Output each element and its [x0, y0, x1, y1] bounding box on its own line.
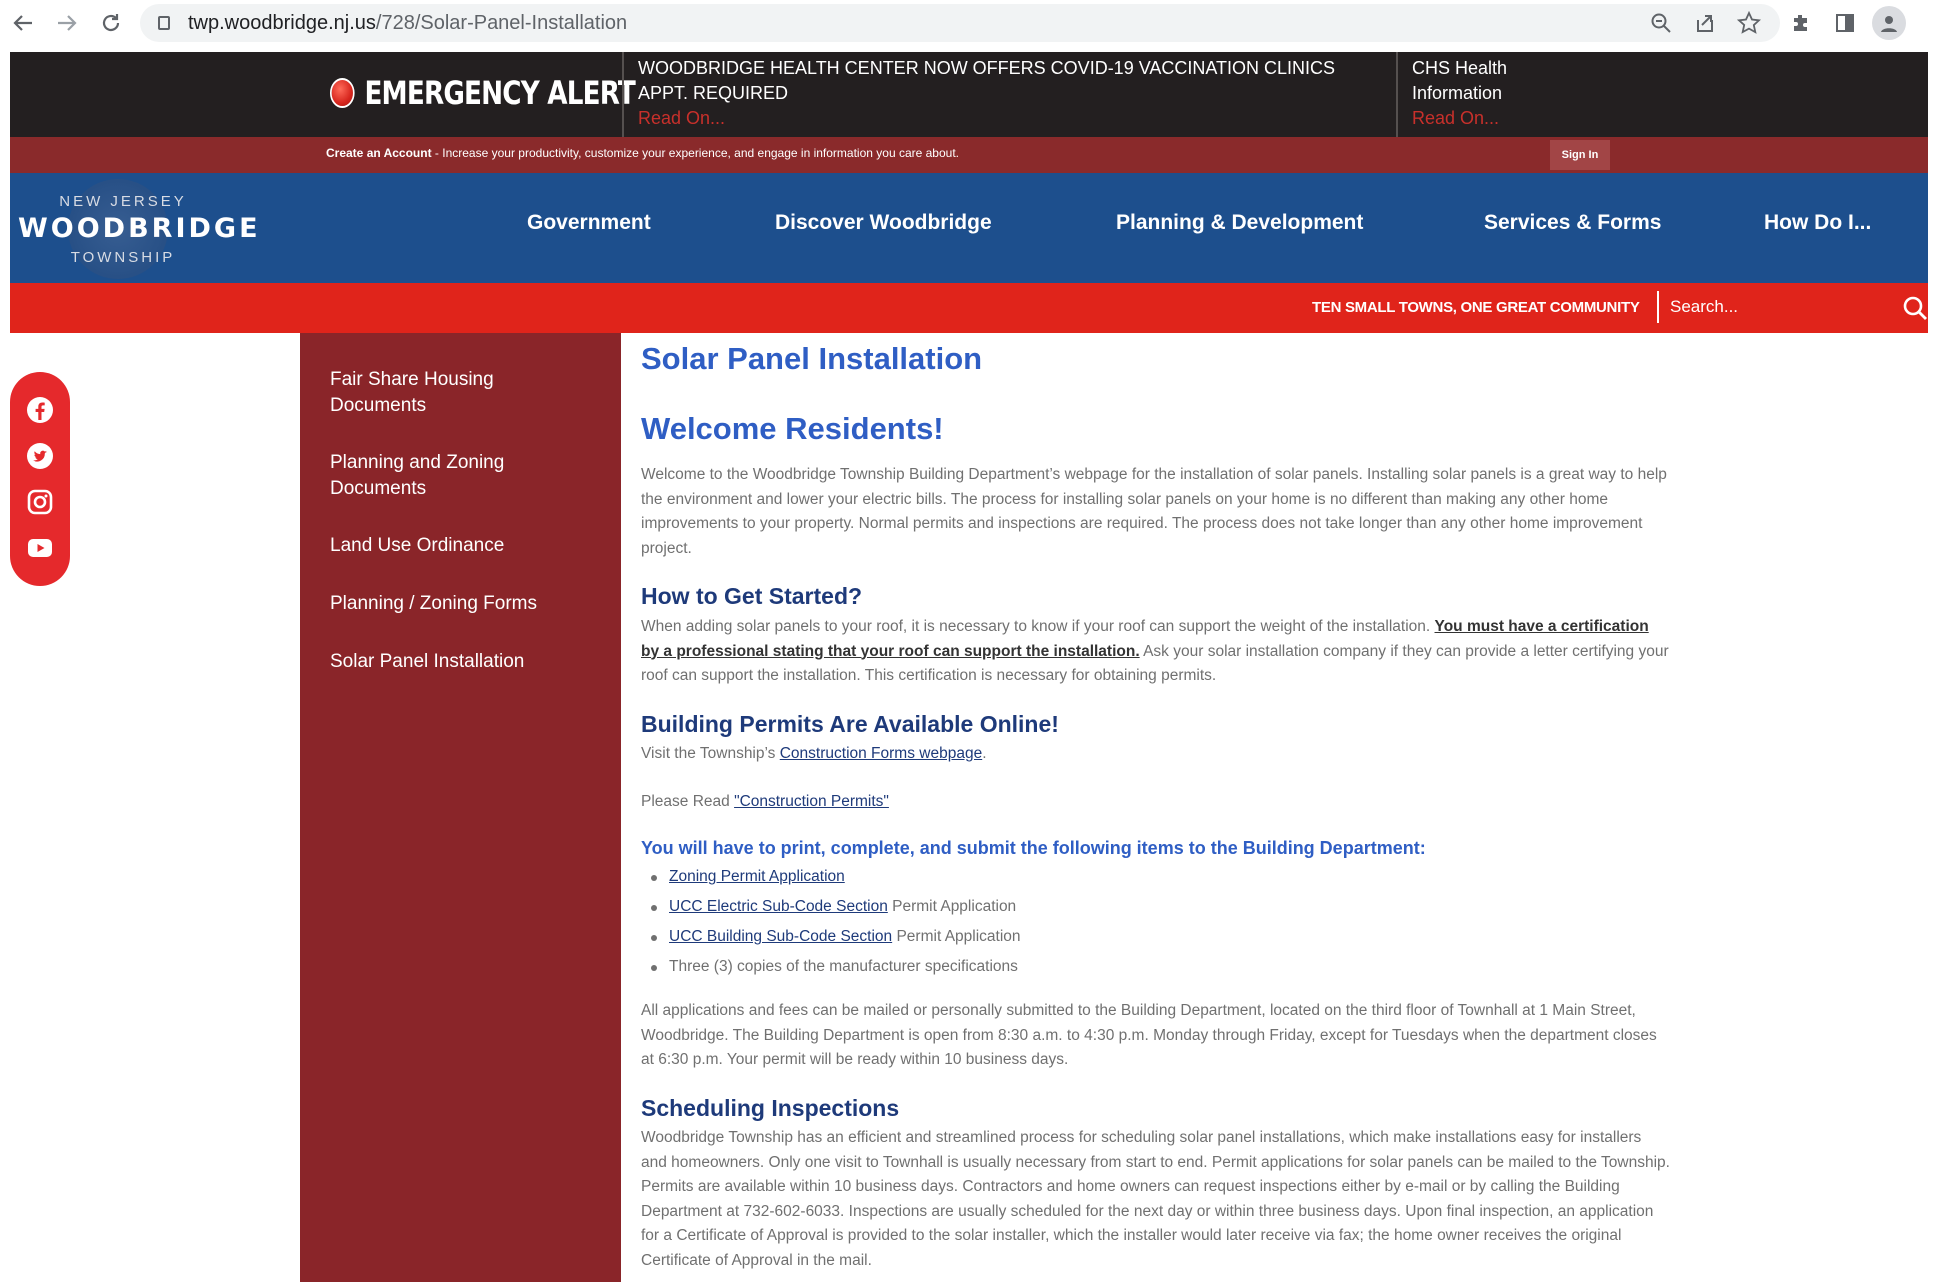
- sidebar-item-fair-share-housing[interactable]: Fair Share Housing Documents: [330, 367, 590, 419]
- sidebar-item-planning-zoning-forms[interactable]: Planning / Zoning Forms: [330, 591, 590, 617]
- alert-item-text: WOODBRIDGE HEALTH CENTER NOW OFFERS COVI…: [638, 58, 1336, 103]
- print-items-heading: You will have to print, complete, and su…: [641, 838, 1426, 858]
- list-item-text: Permit Application: [892, 928, 1021, 945]
- side-panel-icon[interactable]: [1830, 8, 1860, 38]
- share-icon[interactable]: [1690, 8, 1720, 38]
- required-items-list: Zoning Permit Application UCC Electric S…: [651, 865, 1551, 985]
- please-read-paragraph: Please Read "Construction Permits": [641, 790, 1671, 815]
- scheduling-paragraph: Woodbridge Township has an efficient and…: [641, 1129, 1670, 1269]
- account-promo: Create an Account - Increase your produc…: [326, 146, 959, 160]
- facebook-icon[interactable]: [26, 396, 54, 424]
- permits-paragraph: Visit the Township’s Construction Forms …: [641, 742, 1671, 767]
- tagline-text: TEN SMALL TOWNS, ONE GREAT COMMUNITY: [1312, 299, 1640, 316]
- get-started-heading: How to Get Started?: [641, 583, 863, 609]
- permits-online-heading: Building Permits Are Available Online!: [641, 711, 1059, 737]
- list-item-text: Permit Application: [887, 898, 1017, 915]
- please-read-text: Please Read: [641, 793, 735, 810]
- permits-text: .: [982, 745, 987, 762]
- tagline-bar: TEN SMALL TOWNS, ONE GREAT COMMUNITY: [10, 283, 1928, 333]
- woodbridge-logo[interactable]: NEW JERSEY WOODBRIDGE TOWNSHIP: [18, 179, 261, 279]
- alert-divider: [1396, 52, 1398, 137]
- search-input[interactable]: [1670, 291, 1890, 323]
- alert-read-on-link[interactable]: Read On...: [638, 106, 1348, 131]
- alert-item-text: CHS Health Information: [1412, 58, 1508, 103]
- permits-text: Visit the Township’s: [641, 745, 780, 762]
- url-host: twp.woodbridge.nj.us: [188, 11, 376, 34]
- tagline-divider: [1657, 291, 1659, 323]
- url-path: /728/Solar-Panel-Installation: [375, 11, 628, 34]
- social-media-bar: [10, 372, 70, 586]
- construction-permits-link[interactable]: "Construction Permits": [734, 793, 889, 810]
- sidebar-item-solar-panel-installation[interactable]: Solar Panel Installation: [330, 649, 590, 675]
- logo-township: TOWNSHIP: [70, 249, 176, 266]
- reload-icon[interactable]: [96, 8, 126, 38]
- get-started-paragraph: When adding solar panels to your roof, i…: [641, 615, 1671, 689]
- page-title: Solar Panel Installation: [641, 341, 983, 376]
- main-navigation: NEW JERSEY WOODBRIDGE TOWNSHIP Governmen…: [10, 173, 1928, 283]
- emergency-alert-label: EMERGENCY ALERT: [364, 74, 636, 112]
- search-icon[interactable]: [1902, 295, 1928, 321]
- sidebar-menu: Fair Share Housing Documents Planning an…: [300, 333, 621, 1282]
- welcome-paragraph: Welcome to the Woodbridge Township Build…: [641, 466, 1667, 557]
- emergency-alert-bar: EMERGENCY ALERT WOODBRIDGE HEALTH CENTER…: [10, 52, 1928, 137]
- alert-read-on-link[interactable]: Read On...: [1412, 106, 1532, 131]
- browser-toolbar: twp.woodbridge.nj.us/728/Solar-Panel-Ins…: [0, 0, 1937, 46]
- account-bar: Create an Account - Increase your produc…: [10, 137, 1928, 173]
- extensions-icon[interactable]: [1786, 8, 1816, 38]
- logo-name: WOODBRIDGE: [18, 213, 261, 244]
- instagram-icon[interactable]: [26, 488, 54, 516]
- submission-paragraph: All applications and fees can be mailed …: [641, 1002, 1657, 1068]
- nav-services-forms[interactable]: Services & Forms: [1484, 211, 1661, 235]
- nav-how-do-i[interactable]: How Do I...: [1764, 211, 1871, 235]
- alert-item-covid[interactable]: WOODBRIDGE HEALTH CENTER NOW OFFERS COVI…: [638, 56, 1348, 131]
- nav-government[interactable]: Government: [527, 211, 651, 235]
- profile-avatar-icon[interactable]: [1872, 6, 1906, 40]
- construction-forms-link[interactable]: Construction Forms webpage: [780, 745, 982, 762]
- scheduling-heading: Scheduling Inspections: [641, 1095, 900, 1121]
- alert-item-chs[interactable]: CHS Health Information Read On...: [1412, 56, 1532, 131]
- back-arrow-icon[interactable]: [8, 8, 38, 38]
- list-item: Three (3) copies of the manufacturer spe…: [651, 955, 1551, 985]
- alert-light-icon: [330, 78, 355, 108]
- sidebar-item-planning-zoning-documents[interactable]: Planning and Zoning Documents: [330, 450, 590, 502]
- welcome-heading: Welcome Residents!: [641, 411, 944, 446]
- list-item: UCC Building Sub-Code Section Permit App…: [651, 925, 1551, 955]
- zoning-permit-link[interactable]: Zoning Permit Application: [669, 868, 845, 885]
- forward-arrow-icon[interactable]: [52, 8, 82, 38]
- emergency-alert-title: EMERGENCY ALERT: [330, 74, 636, 112]
- ucc-building-link[interactable]: UCC Building Sub-Code Section: [669, 928, 892, 945]
- logo-state: NEW JERSEY: [59, 193, 187, 210]
- create-account-desc: - Increase your productivity, customize …: [431, 146, 959, 160]
- sign-in-button[interactable]: Sign In: [1550, 140, 1610, 170]
- list-item: Zoning Permit Application: [651, 865, 1551, 895]
- list-item: UCC Electric Sub-Code Section Permit App…: [651, 895, 1551, 925]
- zoom-icon[interactable]: [1646, 8, 1676, 38]
- sidebar-item-land-use-ordinance[interactable]: Land Use Ordinance: [330, 533, 590, 559]
- nav-discover-woodbridge[interactable]: Discover Woodbridge: [775, 211, 992, 235]
- bookmark-star-icon[interactable]: [1734, 8, 1764, 38]
- ucc-electric-link[interactable]: UCC Electric Sub-Code Section: [669, 898, 888, 915]
- started-text: When adding solar panels to your roof, i…: [641, 618, 1435, 635]
- create-account-link[interactable]: Create an Account: [326, 146, 432, 160]
- list-item-text: Three (3) copies of the manufacturer spe…: [669, 958, 1018, 975]
- nav-planning-development[interactable]: Planning & Development: [1116, 211, 1363, 235]
- alert-divider: [622, 52, 624, 137]
- address-bar[interactable]: twp.woodbridge.nj.us/728/Solar-Panel-Ins…: [140, 4, 1780, 42]
- lock-icon: [158, 16, 170, 30]
- twitter-icon[interactable]: [26, 442, 54, 470]
- youtube-icon[interactable]: [26, 534, 54, 562]
